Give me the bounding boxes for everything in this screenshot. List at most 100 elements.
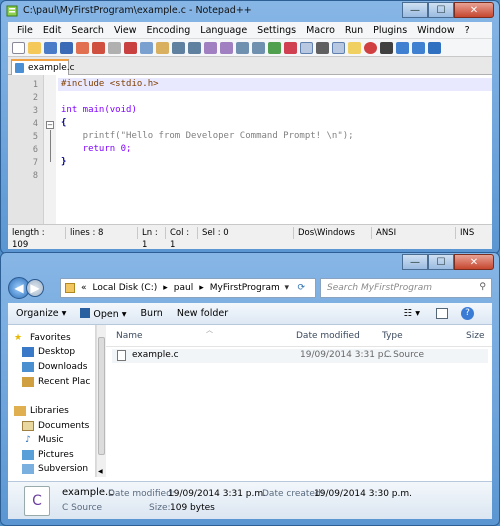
nav-desktop[interactable]: Desktop — [22, 347, 75, 357]
nav-documents[interactable]: Documents — [22, 421, 89, 431]
breadcrumb-myfirstprogram[interactable]: MyFirstProgram — [210, 283, 280, 293]
menu-run[interactable]: Run — [340, 25, 368, 36]
minimize-button[interactable]: — — [402, 2, 428, 18]
column-date-modified[interactable]: Date modified — [296, 331, 360, 341]
libraries-icon — [14, 406, 26, 416]
code-editor[interactable]: 1 2 3 4 5 6 7 8 − #include <stdio.h> int… — [8, 75, 492, 225]
undo-icon[interactable] — [172, 41, 185, 54]
menu-macro[interactable]: Macro — [301, 25, 340, 36]
save-all-icon[interactable] — [60, 41, 73, 54]
stop-macro-icon[interactable] — [380, 41, 393, 54]
scrollbar-thumb[interactable] — [98, 337, 105, 455]
close-all-icon[interactable] — [92, 41, 105, 54]
new-file-icon[interactable] — [12, 41, 25, 54]
menu-edit[interactable]: Edit — [38, 25, 66, 36]
burn-button[interactable]: Burn — [141, 308, 163, 319]
fold-toggle-icon[interactable]: − — [46, 121, 54, 129]
music-icon: ♪ — [25, 435, 31, 445]
breadcrumb-paul[interactable]: paul — [174, 283, 193, 293]
notepad-titlebar[interactable]: C:\paul\MyFirstProgram\example.c - Notep… — [1, 1, 499, 21]
sync-h-icon[interactable] — [284, 41, 297, 54]
view-options-icon[interactable]: ☷ ▾ — [404, 308, 420, 319]
notepad-toolbar — [8, 39, 492, 57]
menu-help[interactable]: ? — [460, 25, 475, 36]
maximize-button[interactable]: ☐ — [428, 2, 454, 18]
status-ln: Ln : 1 — [138, 227, 166, 250]
command-bar: Organize ▾ Open ▾ Burn New folder ☷ ▾ ? — [8, 303, 492, 325]
file-row[interactable]: example.c 19/09/2014 3:31 p... C Source — [112, 349, 488, 363]
nav-subversion[interactable]: Subversion — [22, 464, 88, 474]
status-encoding[interactable]: ANSI — [372, 227, 456, 239]
organize-button[interactable]: Organize ▾ — [16, 308, 66, 319]
find-icon[interactable] — [204, 41, 217, 54]
fold-guide — [50, 130, 51, 162]
save-icon[interactable] — [44, 41, 57, 54]
menu-search[interactable]: Search — [66, 25, 109, 36]
minimize-button[interactable]: — — [402, 254, 428, 270]
nav-downloads[interactable]: Downloads — [22, 362, 87, 372]
column-type[interactable]: Type — [382, 331, 403, 341]
chevron-down-icon[interactable]: ▾ — [284, 283, 289, 293]
help-icon[interactable]: ? — [461, 307, 474, 320]
explorer-client: Organize ▾ Open ▾ Burn New folder ☷ ▾ ? … — [8, 303, 492, 519]
chevron-right-icon[interactable]: ▸ — [199, 283, 204, 293]
details-type: C Source — [62, 503, 103, 513]
breadcrumb-overflow[interactable]: « — [81, 283, 87, 293]
print-icon[interactable] — [108, 41, 121, 54]
maximize-button[interactable]: ☐ — [428, 254, 454, 270]
close-button[interactable]: ✕ — [454, 2, 494, 18]
chevron-right-icon[interactable]: ▸ — [163, 283, 168, 293]
nav-libraries[interactable]: Libraries — [14, 406, 69, 416]
replace-icon[interactable] — [220, 41, 233, 54]
preview-pane-icon[interactable] — [436, 308, 448, 319]
search-input[interactable]: Search MyFirstProgram ⚲ — [320, 278, 492, 298]
play-macro-icon[interactable] — [396, 41, 409, 54]
cut-icon[interactable] — [124, 41, 137, 54]
open-folder-icon[interactable] — [28, 41, 41, 54]
new-folder-button[interactable]: New folder — [177, 308, 228, 319]
user-lang-icon[interactable] — [348, 41, 361, 54]
menu-encoding[interactable]: Encoding — [142, 25, 196, 36]
indent-guide-icon[interactable] — [332, 41, 345, 54]
word-wrap-icon[interactable] — [300, 41, 313, 54]
show-all-chars-icon[interactable] — [316, 41, 329, 54]
line-number: 3 — [32, 106, 38, 116]
address-bar[interactable]: « Local Disk (C:) ▸ paul ▸ MyFirstProgra… — [60, 278, 316, 298]
refresh-icon[interactable]: ⟳ — [297, 283, 305, 293]
menu-file[interactable]: File — [12, 25, 38, 36]
forward-arrow-icon[interactable]: ▶ — [26, 279, 44, 297]
column-size[interactable]: Size — [466, 331, 484, 341]
nav-pictures[interactable]: Pictures — [22, 450, 74, 460]
breadcrumb-local-disk[interactable]: Local Disk (C:) — [93, 283, 158, 293]
record-macro-icon[interactable] — [364, 41, 377, 54]
status-eol[interactable]: Dos\Windows — [294, 227, 372, 239]
menu-settings[interactable]: Settings — [252, 25, 301, 36]
tab-example-c[interactable]: example.c — [11, 59, 75, 75]
menu-language[interactable]: Language — [195, 25, 252, 36]
close-file-icon[interactable] — [76, 41, 89, 54]
column-name[interactable]: Name — [116, 331, 143, 341]
nav-music[interactable]: ♪ Music — [22, 435, 63, 445]
line-number: 7 — [32, 158, 38, 168]
save-macro-icon[interactable] — [428, 41, 441, 54]
paste-icon[interactable] — [156, 41, 169, 54]
zoom-out-icon[interactable] — [252, 41, 265, 54]
redo-icon[interactable] — [188, 41, 201, 54]
nav-favorites[interactable]: ★ Favorites — [14, 333, 71, 343]
copy-icon[interactable] — [140, 41, 153, 54]
menu-view[interactable]: View — [109, 25, 142, 36]
nav-recent-places[interactable]: Recent Plac — [22, 377, 90, 387]
scroll-left-icon[interactable]: ◀ — [98, 468, 103, 475]
run-macro-multiple-icon[interactable] — [412, 41, 425, 54]
zoom-in-icon[interactable] — [236, 41, 249, 54]
open-button[interactable]: Open ▾ — [80, 307, 127, 320]
explorer-titlebar[interactable]: — ☐ ✕ — [1, 253, 499, 273]
nav-scrollbar[interactable]: ◀ — [96, 325, 106, 477]
menu-window[interactable]: Window — [412, 25, 459, 36]
sync-scroll-icon[interactable] — [268, 41, 281, 54]
code-line: printf("Hello from Developer Command Pro… — [61, 131, 354, 141]
file-date: 19/09/2014 3:31 p... — [300, 350, 393, 360]
close-button[interactable]: ✕ — [454, 254, 494, 270]
menu-plugins[interactable]: Plugins — [368, 25, 412, 36]
